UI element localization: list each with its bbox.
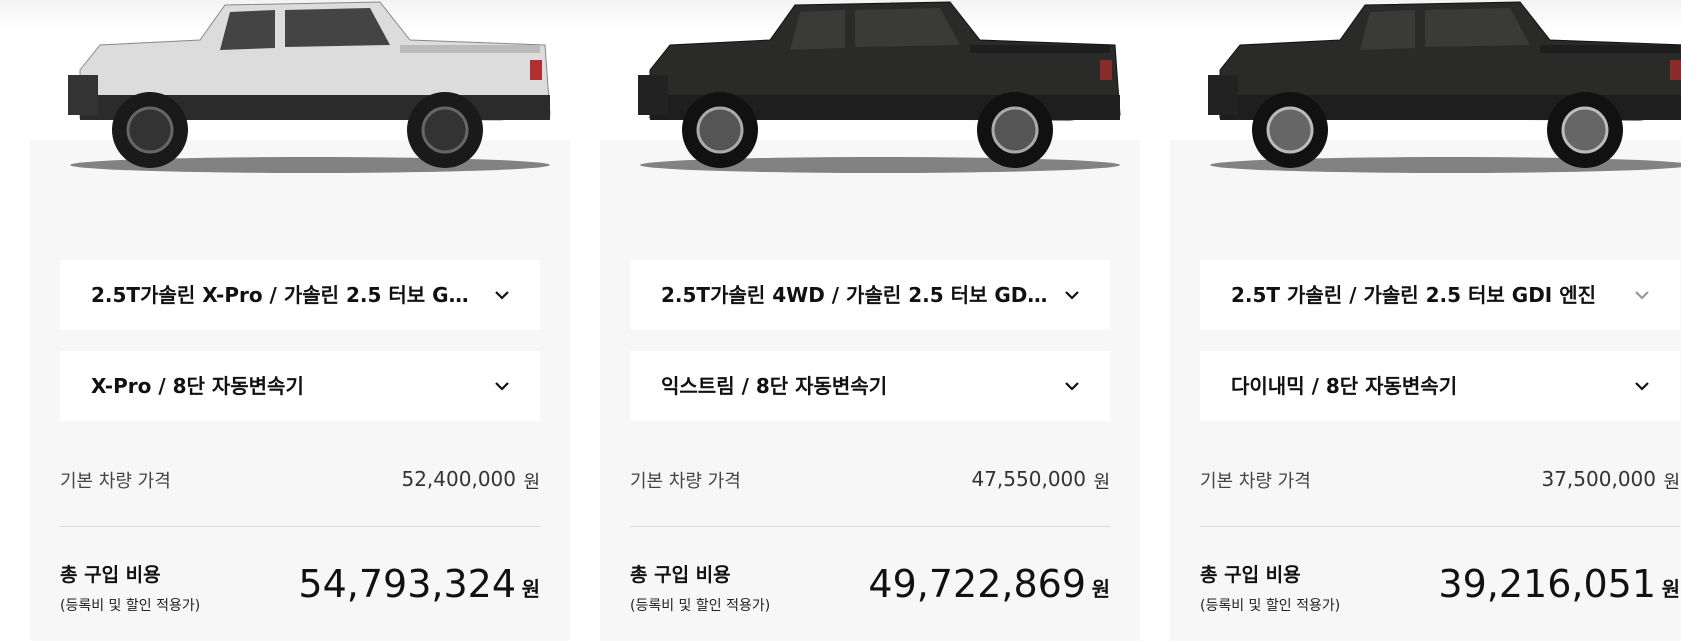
chevron-down-icon: [1065, 291, 1079, 300]
transmission-trim-value: X-Pro / 8단 자동변속기: [91, 374, 304, 398]
base-price-value: 37,500,000: [1541, 467, 1656, 491]
base-price-label: 기본 차량 가격: [630, 471, 741, 492]
chevron-down-icon: [1635, 291, 1649, 300]
rear-wheel-icon: [407, 92, 483, 168]
base-price-row: 기본 차량 가격 47,550,000 원: [630, 467, 1110, 497]
total-price-value: 49,722,869: [868, 562, 1086, 606]
currency-unit: 원: [1093, 472, 1110, 493]
truck-image-black: [638, 1, 1121, 173]
divider: [1200, 526, 1680, 527]
engine-trim-value: 2.5T가솔린 X-Pro / 가솔린 2.5 터보 GDI ...: [91, 283, 481, 307]
chevron-down-icon: [1065, 382, 1079, 391]
truck-image-white: [68, 1, 551, 173]
total-price-label: 총 구입 비용: [1200, 564, 1301, 586]
comparison-card-1: 2.5T가솔린 X-Pro / 가솔린 2.5 터보 GDI ... X-Pro…: [30, 0, 570, 641]
front-wheel-icon: [112, 92, 188, 168]
currency-unit: 원: [1091, 577, 1110, 601]
divider: [60, 526, 540, 527]
engine-trim-select[interactable]: 2.5T가솔린 4WD / 가솔린 2.5 터보 GDI 엔진: [630, 260, 1110, 330]
transmission-trim-select[interactable]: X-Pro / 8단 자동변속기: [60, 351, 540, 421]
base-price-row: 기본 차량 가격 52,400,000 원: [60, 467, 540, 497]
base-price-value: 52,400,000: [401, 467, 516, 491]
truck-image-black: [1208, 1, 1681, 173]
total-price-value: 39,216,051: [1438, 562, 1656, 606]
base-price-label: 기본 차량 가격: [60, 471, 171, 492]
rear-wheel-icon: [1547, 92, 1623, 168]
currency-unit: 원: [1661, 577, 1680, 601]
base-price-row: 기본 차량 가격 37,500,000 원: [1200, 467, 1680, 497]
engine-trim-select[interactable]: 2.5T 가솔린 / 가솔린 2.5 터보 GDI 엔진: [1200, 260, 1680, 330]
base-price-value: 47,550,000: [971, 467, 1086, 491]
chevron-down-icon: [1635, 382, 1649, 391]
currency-unit: 원: [1663, 472, 1680, 493]
base-price-label: 기본 차량 가격: [1200, 471, 1311, 492]
chevron-down-icon: [495, 291, 509, 300]
currency-unit: 원: [523, 472, 540, 493]
engine-trim-value: 2.5T가솔린 4WD / 가솔린 2.5 터보 GDI 엔진: [661, 283, 1051, 307]
front-wheel-icon: [682, 92, 758, 168]
engine-trim-value: 2.5T 가솔린 / 가솔린 2.5 터보 GDI 엔진: [1231, 283, 1597, 307]
currency-unit: 원: [521, 577, 540, 601]
total-price-label: 총 구입 비용: [630, 564, 731, 586]
transmission-trim-value: 익스트림 / 8단 자동변속기: [661, 374, 888, 398]
transmission-trim-value: 다이내믹 / 8단 자동변속기: [1231, 374, 1458, 398]
comparison-card-3: 2.5T 가솔린 / 가솔린 2.5 터보 GDI 엔진 다이내믹 / 8단 자…: [1170, 0, 1681, 641]
rear-wheel-icon: [977, 92, 1053, 168]
total-price-value: 54,793,324: [298, 562, 516, 606]
engine-trim-select[interactable]: 2.5T가솔린 X-Pro / 가솔린 2.5 터보 GDI ...: [60, 260, 540, 330]
transmission-trim-select[interactable]: 다이내믹 / 8단 자동변속기: [1200, 351, 1680, 421]
divider: [630, 526, 1110, 527]
total-price-label: 총 구입 비용: [60, 564, 161, 586]
total-price-note: (등록비 및 할인 적용가): [630, 598, 771, 614]
transmission-trim-select[interactable]: 익스트림 / 8단 자동변속기: [630, 351, 1110, 421]
total-price-note: (등록비 및 할인 적용가): [60, 598, 201, 614]
chevron-down-icon: [495, 382, 509, 391]
front-wheel-icon: [1252, 92, 1328, 168]
comparison-card-2: 2.5T가솔린 4WD / 가솔린 2.5 터보 GDI 엔진 익스트림 / 8…: [600, 0, 1140, 641]
total-price-note: (등록비 및 할인 적용가): [1200, 598, 1341, 614]
